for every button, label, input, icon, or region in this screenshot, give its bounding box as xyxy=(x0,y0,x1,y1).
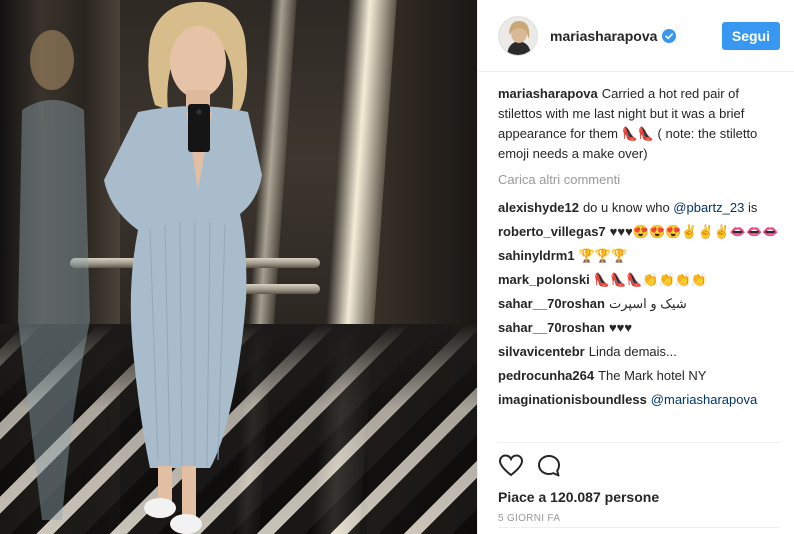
list-item: roberto_villegas7 ♥♥♥😍😍😍✌✌✌👄👄👄 xyxy=(498,222,780,242)
caption-username[interactable]: mariasharapova xyxy=(498,86,598,101)
divider xyxy=(498,527,780,528)
comment-username[interactable]: pedrocunha264 xyxy=(498,368,594,383)
comment-username[interactable]: sahar__70roshan xyxy=(498,320,605,335)
post-side-panel: mariasharapova Segui mariasharapova Carri… xyxy=(477,0,794,534)
load-more-comments-link[interactable]: Carica altri commenti xyxy=(498,170,620,190)
caption: mariasharapova Carried a hot red pair of … xyxy=(498,84,780,164)
woman-figure xyxy=(18,1,262,534)
comment-text: The Mark hotel NY xyxy=(598,368,707,383)
list-item: sahar__70roshan شیک و اسپرت xyxy=(498,294,780,314)
comment-text: 👠👠👠👏👏👏👏 xyxy=(593,272,708,287)
likes-count[interactable]: Piace a 120.087 persone xyxy=(498,489,780,505)
verified-badge-icon xyxy=(662,28,677,43)
comment-username[interactable]: sahinyldrm1 xyxy=(498,248,575,263)
comment-text: ♥♥♥ xyxy=(608,320,633,335)
list-item: silvavicentebr Linda demais... xyxy=(498,342,780,362)
follow-button[interactable]: Segui xyxy=(721,21,780,50)
comment-mention[interactable]: @mariasharapova xyxy=(651,392,757,407)
comment-username[interactable]: roberto_villegas7 xyxy=(498,224,606,239)
avatar[interactable] xyxy=(498,15,538,56)
instagram-post: mariasharapova Segui mariasharapova Carri… xyxy=(0,0,794,534)
post-header: mariasharapova Segui xyxy=(478,0,794,72)
heart-icon[interactable] xyxy=(498,453,524,479)
comment-text: do u know who xyxy=(582,200,674,215)
post-actions: Piace a 120.087 persone 5 GIORNI FA xyxy=(498,442,780,534)
list-item: mark_polonski 👠👠👠👏👏👏👏 xyxy=(498,270,780,290)
list-item: sahar__70roshan ♥♥♥ xyxy=(498,318,780,338)
comment-username[interactable]: alexishyde12 xyxy=(498,200,579,215)
avatar-image xyxy=(499,16,537,55)
action-icons xyxy=(498,451,780,481)
comment-text: Linda demais... xyxy=(588,344,677,359)
comment-text: ♥♥♥😍😍😍✌✌✌👄👄👄 xyxy=(609,224,779,239)
comment-text-after: is xyxy=(744,200,758,215)
comment-username[interactable]: mark_polonski xyxy=(498,272,590,287)
list-item: alexishyde12 do u know who @pbartz_23 is xyxy=(498,198,780,218)
list-item: pedrocunha264 The Mark hotel NY xyxy=(498,366,780,386)
comment-username[interactable]: imaginationisboundless xyxy=(498,392,647,407)
comment-username[interactable]: silvavicentebr xyxy=(498,344,585,359)
list-item: imaginationisboundless @mariasharapova xyxy=(498,390,780,410)
list-item: sahinyldrm1 🏆🏆🏆 xyxy=(498,246,780,266)
header-username[interactable]: mariasharapova xyxy=(550,28,657,44)
comment-mention[interactable]: @pbartz_23 xyxy=(673,200,744,215)
comment-username[interactable]: sahar__70roshan xyxy=(498,296,605,311)
comment-text: 🏆🏆🏆 xyxy=(578,248,628,263)
post-timestamp[interactable]: 5 GIORNI FA xyxy=(498,513,780,524)
comment-text: شیک و اسپرت xyxy=(608,296,687,311)
post-photo[interactable] xyxy=(0,0,477,534)
comments-list: mariasharapova Carried a hot red pair of … xyxy=(478,72,794,442)
comment-bubble-icon[interactable] xyxy=(536,453,562,479)
